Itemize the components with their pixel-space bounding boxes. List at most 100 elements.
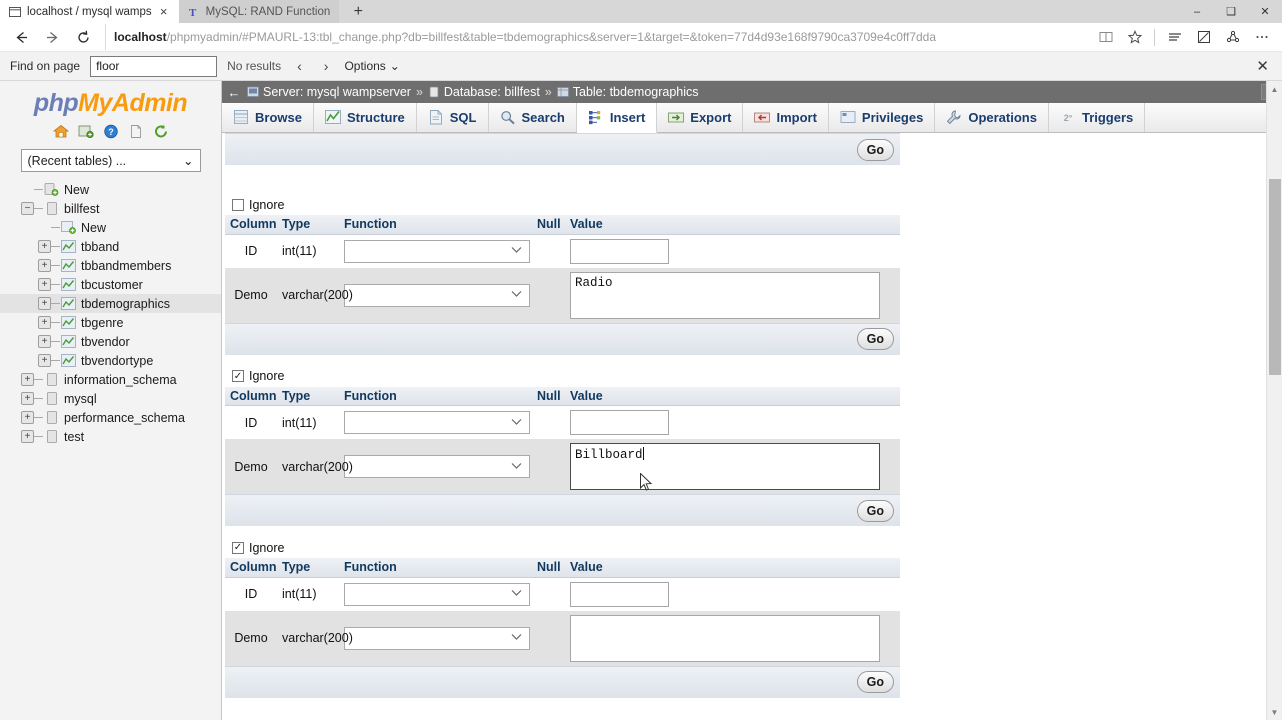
scroll-up-icon[interactable]: ▲ [1267, 81, 1282, 97]
expand-icon[interactable]: + [21, 430, 34, 443]
sidebar-item-mysql[interactable]: + mysql [0, 389, 221, 408]
tab-triggers[interactable]: 2° Triggers [1048, 103, 1146, 132]
hub-icon[interactable] [1160, 23, 1189, 51]
insert-form-area: Go Ignore Column Type Function Null Value ID int… [222, 133, 1282, 720]
tab-import[interactable]: Import [743, 103, 829, 132]
sidebar-item-test[interactable]: + test [0, 427, 221, 446]
breadcrumb-table[interactable]: Table: tbdemographics [554, 85, 702, 99]
function-select[interactable] [344, 411, 530, 434]
sidebar-item-tbvendor[interactable]: + tbvendor [0, 332, 221, 351]
expand-icon[interactable]: + [38, 297, 51, 310]
go-button[interactable]: Go [856, 499, 894, 522]
window-close-button[interactable]: ✕ [1248, 0, 1282, 23]
expand-icon[interactable]: + [38, 316, 51, 329]
value-input[interactable] [570, 581, 669, 607]
tab-bar-filler [1145, 103, 1282, 132]
sidebar-item-performance-schema[interactable]: + performance_schema [0, 408, 221, 427]
tab-browse[interactable]: Browse [222, 103, 314, 132]
ignore-row[interactable]: Ignore [225, 194, 900, 215]
new-tab-button[interactable]: + [339, 0, 378, 23]
find-next-icon[interactable]: › [318, 58, 335, 74]
sidebar-item-tbvendortype[interactable]: + tbvendortype [0, 351, 221, 370]
value-input[interactable] [570, 410, 669, 435]
home-icon[interactable] [52, 123, 69, 140]
expand-icon[interactable]: + [38, 259, 51, 272]
expand-icon[interactable]: + [38, 335, 51, 348]
ignore-row[interactable]: ✓ Ignore [225, 537, 900, 558]
close-icon[interactable]: × [158, 4, 170, 19]
back-icon[interactable] [6, 23, 37, 51]
find-previous-icon[interactable]: ‹ [291, 58, 308, 74]
breadcrumb-back-icon[interactable]: ← [224, 81, 244, 103]
tab-sql[interactable]: SQL [416, 103, 489, 132]
sidebar-item-tbgenre[interactable]: + tbgenre [0, 313, 221, 332]
find-input[interactable] [90, 55, 218, 77]
sidebar-item-tbbandmembers[interactable]: + tbbandmembers [0, 256, 221, 275]
tab-privileges[interactable]: Privileges [828, 103, 936, 132]
sidebar-item-billfest[interactable]: − billfest [0, 199, 221, 218]
ignore-checkbox[interactable] [232, 198, 244, 211]
find-options-button[interactable]: Options ⌄ [344, 59, 399, 73]
ignore-row[interactable]: ✓ Ignore [225, 366, 900, 387]
value-cell [565, 405, 900, 439]
expand-icon[interactable]: + [38, 278, 51, 291]
reload-icon[interactable] [68, 23, 99, 51]
value-textarea[interactable]: Billboard [570, 443, 880, 490]
tab-insert[interactable]: Insert [576, 103, 658, 133]
svg-text:?: ? [108, 127, 114, 137]
value-input[interactable] [570, 238, 669, 264]
expand-icon[interactable]: + [21, 373, 34, 386]
maximize-button[interactable]: ❑ [1214, 0, 1248, 23]
new-window-icon[interactable] [77, 123, 94, 140]
function-select[interactable] [344, 455, 530, 478]
tab-operations[interactable]: Operations [935, 103, 1049, 132]
recent-tables-select[interactable]: (Recent tables) ... ⌄ [20, 149, 201, 172]
web-note-icon[interactable] [1189, 23, 1218, 51]
expand-icon[interactable]: + [21, 392, 34, 405]
value-textarea[interactable]: Radio [570, 271, 880, 319]
browser-tab-1[interactable]: T MySQL: RAND Function [178, 0, 340, 23]
value-textarea[interactable] [570, 614, 880, 662]
forward-icon[interactable] [37, 23, 68, 51]
ignore-checkbox[interactable]: ✓ [232, 370, 244, 382]
minimize-button[interactable]: – [1180, 0, 1214, 23]
more-icon[interactable] [1247, 23, 1276, 51]
sidebar-item-information-schema[interactable]: + information_schema [0, 370, 221, 389]
null-cell [532, 405, 565, 439]
favorites-star-icon[interactable] [1120, 23, 1149, 51]
function-select[interactable] [344, 283, 530, 307]
refresh-icon[interactable] [152, 123, 169, 140]
sidebar-item-tbdemographics[interactable]: + tbdemographics [0, 294, 221, 313]
sidebar-item-new[interactable]: New [0, 218, 221, 237]
breadcrumb-server[interactable]: Server: mysql wampserver [244, 85, 414, 99]
table-row: Demo varchar(200) [225, 610, 900, 666]
share-icon[interactable] [1218, 23, 1247, 51]
tab-export[interactable]: Export [657, 103, 744, 132]
tab-structure[interactable]: Structure [313, 103, 417, 132]
reading-view-icon[interactable] [1091, 23, 1120, 51]
expand-icon[interactable]: + [21, 411, 34, 424]
expand-icon[interactable]: + [38, 354, 51, 367]
collapse-icon[interactable]: − [21, 202, 34, 215]
docs-icon[interactable] [127, 123, 144, 140]
sidebar-item-tbcustomer[interactable]: + tbcustomer [0, 275, 221, 294]
help-icon[interactable]: ? [102, 123, 119, 140]
sidebar-item-new[interactable]: New [0, 180, 221, 199]
go-button[interactable]: Go [856, 138, 894, 161]
find-close-icon[interactable]: ✕ [1256, 57, 1272, 75]
function-select[interactable] [344, 582, 530, 606]
sidebar-item-tbband[interactable]: + tbband [0, 237, 221, 256]
address-bar[interactable]: localhost/phpmyadmin/#PMAURL-13:tbl_chan… [105, 24, 1091, 50]
breadcrumb-database[interactable]: Database: billfest [425, 85, 543, 99]
function-select[interactable] [344, 626, 530, 650]
go-button[interactable]: Go [856, 328, 894, 350]
function-select[interactable] [344, 239, 530, 263]
scroll-down-icon[interactable]: ▼ [1267, 704, 1282, 720]
scrollbar-thumb[interactable] [1269, 179, 1281, 375]
expand-icon[interactable]: + [38, 240, 51, 253]
ignore-checkbox[interactable]: ✓ [232, 541, 244, 554]
browser-tab-0[interactable]: localhost / mysql wamps × [0, 0, 179, 23]
content-scrollbar[interactable]: ▲ ▼ [1266, 81, 1282, 720]
tab-search[interactable]: Search [488, 103, 577, 132]
go-button[interactable]: Go [856, 671, 894, 693]
